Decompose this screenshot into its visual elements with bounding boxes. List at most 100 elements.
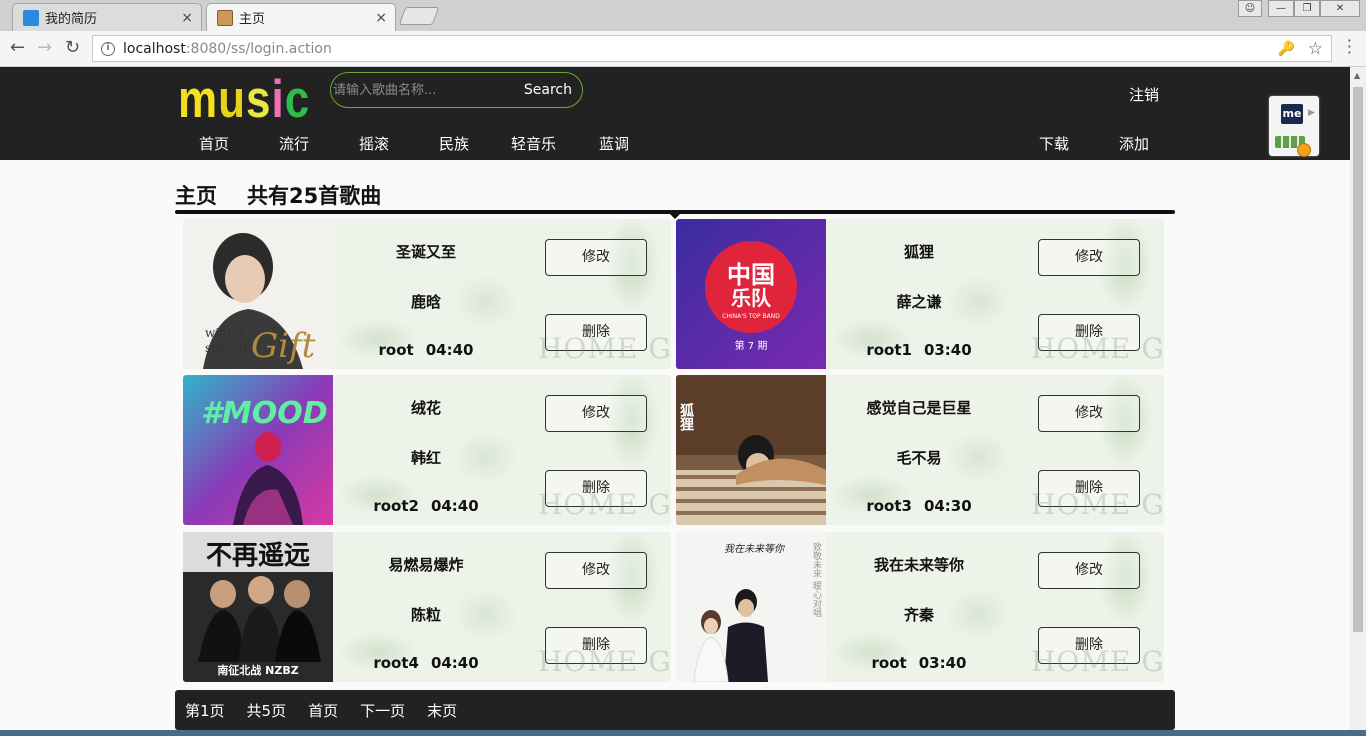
watermark-text: HOME GARDEN: [1031, 488, 1164, 521]
close-icon[interactable]: ×: [375, 10, 387, 26]
page-viewport: music Search 注销 首页 流行 摇滚 民族 轻音乐 蓝调 下载 添加…: [0, 67, 1350, 736]
browser-tabbar: 我的简历 × 主页 × ☺ — ❐ ✕: [0, 0, 1366, 31]
song-meta: root1 03:40: [826, 341, 1012, 359]
nav-pop[interactable]: 流行: [279, 133, 309, 154]
profile-icon[interactable]: ☺: [1238, 0, 1262, 17]
extension-widget[interactable]: me ▶: [1269, 96, 1319, 157]
edit-button[interactable]: 修改: [545, 239, 647, 276]
key-icon[interactable]: 🔑: [1278, 41, 1295, 57]
edit-button[interactable]: 修改: [1038, 239, 1140, 276]
song-user: root1: [866, 341, 912, 359]
logout-link[interactable]: 注销: [1129, 84, 1159, 105]
new-tab-button[interactable]: [398, 7, 440, 25]
edit-button[interactable]: 修改: [1038, 395, 1140, 432]
svg-text:狐狸: 狐狸: [678, 402, 695, 432]
search-button[interactable]: Search: [524, 82, 572, 98]
edit-button[interactable]: 修改: [545, 552, 647, 589]
tab-label: 主页: [239, 12, 266, 27]
close-window-button[interactable]: ✕: [1320, 0, 1360, 17]
last-page-link[interactable]: 末页: [427, 700, 457, 721]
page-scrollbar[interactable]: ▲: [1350, 67, 1366, 736]
song-user: root2: [373, 497, 419, 515]
reload-icon[interactable]: ↻: [65, 37, 80, 58]
song-user: root3: [866, 497, 912, 515]
album-cover[interactable]: 中国 乐队 CHINA'S TOP BAND 第 7 期: [676, 219, 826, 369]
restore-button[interactable]: ❐: [1294, 0, 1320, 17]
svg-text:乐队: 乐队: [731, 286, 772, 310]
song-meta: root3 04:30: [826, 497, 1012, 515]
url-input[interactable]: i localhost:8080/ss/login.action 🔑 ☆: [92, 35, 1332, 62]
nav-download[interactable]: 下载: [1039, 133, 1069, 154]
song-duration: 04:40: [430, 654, 479, 672]
svg-text:南征北战 NZBZ: 南征北战 NZBZ: [217, 663, 298, 677]
tab-label: 我的简历: [45, 12, 98, 27]
url-path: :8080/ss/login.action: [185, 40, 332, 57]
extension-logo-icon: me: [1281, 104, 1303, 124]
song-duration: 03:40: [918, 654, 967, 672]
song-duration: 03:40: [923, 341, 972, 359]
coin-icon: [1297, 143, 1311, 157]
search-input[interactable]: [333, 82, 513, 98]
song-artist: 薛之谦: [896, 293, 942, 311]
album-cover[interactable]: 我在未来等你 致敬未来 暖心对唱: [676, 532, 826, 682]
album-cover[interactable]: 狐狸: [676, 375, 826, 525]
nav-home[interactable]: 首页: [199, 133, 229, 154]
resume-favicon-icon: [23, 9, 39, 26]
watermark-text: HOME GARDEN: [538, 488, 671, 521]
edit-button[interactable]: 修改: [1038, 552, 1140, 589]
song-title: 易燃易爆炸: [388, 556, 464, 574]
first-page-link[interactable]: 首页: [308, 700, 338, 721]
scroll-up-icon[interactable]: ▲: [1354, 71, 1360, 80]
scrollbar-thumb[interactable]: [1353, 87, 1363, 632]
watermark-text: HOME GARDEN: [1031, 332, 1164, 365]
browser-menu-icon[interactable]: · · ·: [1347, 33, 1352, 61]
song-card: #MOOD 绒花 韩红 root204:40 修改 删除 HOME GARDEN: [183, 375, 671, 525]
song-meta: root 04:40: [333, 341, 519, 359]
song-duration: 04:40: [425, 341, 474, 359]
album-cover[interactable]: 不再遥远 南征北战 NZBZ: [183, 532, 333, 682]
nav-light-music[interactable]: 轻音乐: [511, 133, 556, 154]
song-artist: 齐秦: [903, 606, 934, 624]
pagination: 第1页 共5页 首页 下一页 末页: [175, 690, 1175, 730]
os-taskbar: [0, 730, 1366, 736]
tab-resume[interactable]: 我的简历 ×: [12, 3, 202, 31]
song-card: winter special Gift 圣诞又至 鹿晗 root 04:40 修改…: [183, 219, 671, 369]
close-icon[interactable]: ×: [181, 10, 193, 26]
song-user: root4: [373, 654, 419, 672]
nav-folk[interactable]: 民族: [439, 133, 469, 154]
forward-icon[interactable]: →: [37, 37, 52, 58]
minimize-button[interactable]: —: [1268, 0, 1294, 17]
expand-arrow-icon[interactable]: ▶: [1308, 108, 1315, 118]
watermark-text: HOME GARDEN: [538, 332, 671, 365]
song-duration: 04:30: [923, 497, 972, 515]
info-icon[interactable]: i: [101, 41, 115, 56]
song-card: 不再遥远 南征北战 NZBZ 易燃易爆炸 陈粒 root4 04:40 修改 删除…: [183, 532, 671, 682]
svg-text:致敬未来 暖心对唱: 致敬未来 暖心对唱: [811, 541, 822, 618]
song-card: 狐狸 感觉自己是巨星 毛不易 root304:30 修改 删除 HOME GAR…: [676, 375, 1164, 525]
svg-text:special: special: [205, 341, 248, 355]
bookmark-star-icon[interactable]: ☆: [1308, 39, 1323, 59]
total-pages: 共5页: [246, 701, 287, 720]
song-user: root: [871, 654, 907, 672]
next-page-link[interactable]: 下一页: [360, 700, 405, 721]
song-artist: 鹿晗: [410, 293, 441, 311]
song-count: 共有25首歌曲: [247, 184, 382, 208]
song-title: 我在未来等你: [873, 556, 964, 574]
svg-text:不再遥远: 不再遥远: [206, 541, 310, 571]
site-header: music Search 注销 首页 流行 摇滚 民族 轻音乐 蓝调 下载 添加…: [0, 67, 1350, 160]
album-cover[interactable]: winter special Gift: [183, 219, 333, 369]
tab-home[interactable]: 主页 ×: [206, 3, 396, 31]
site-logo[interactable]: music: [178, 70, 310, 130]
album-cover[interactable]: #MOOD: [183, 375, 333, 525]
svg-text:winter: winter: [205, 326, 245, 340]
song-title: 感觉自己是巨星: [866, 399, 972, 417]
song-meta: root4 04:40: [333, 654, 519, 672]
edit-button[interactable]: 修改: [545, 395, 647, 432]
song-title: 圣诞又至: [395, 243, 456, 261]
nav-blues[interactable]: 蓝调: [599, 133, 629, 154]
nav-add[interactable]: 添加: [1119, 133, 1149, 154]
song-duration: 04:40: [430, 497, 479, 515]
back-icon[interactable]: ←: [10, 37, 25, 58]
nav-rock[interactable]: 摇滚: [359, 133, 389, 154]
song-artist: 陈粒: [410, 606, 441, 624]
